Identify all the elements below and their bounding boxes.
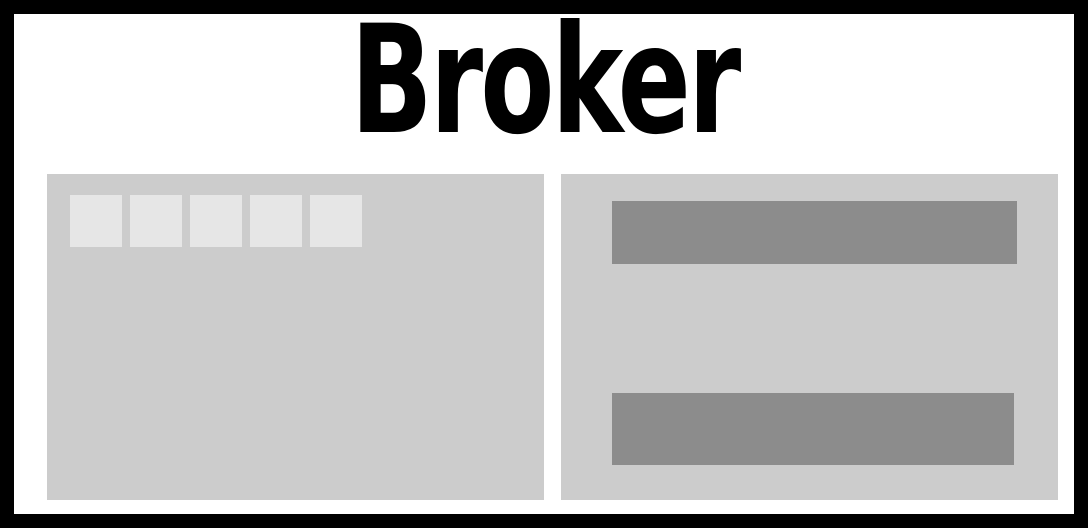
left-panel: [47, 174, 544, 500]
right-panel-bar-top: [612, 201, 1017, 264]
diagram-title-text: Broker: [350, 0, 741, 168]
left-panel-tile: [70, 195, 122, 247]
left-panel-tile: [190, 195, 242, 247]
left-panel-tile: [310, 195, 362, 247]
right-panel-bar-bottom: [612, 393, 1014, 465]
left-panel-tile: [250, 195, 302, 247]
left-panel-tile: [130, 195, 182, 247]
right-panel: [561, 174, 1058, 500]
diagram-title: Broker: [0, 6, 1088, 156]
